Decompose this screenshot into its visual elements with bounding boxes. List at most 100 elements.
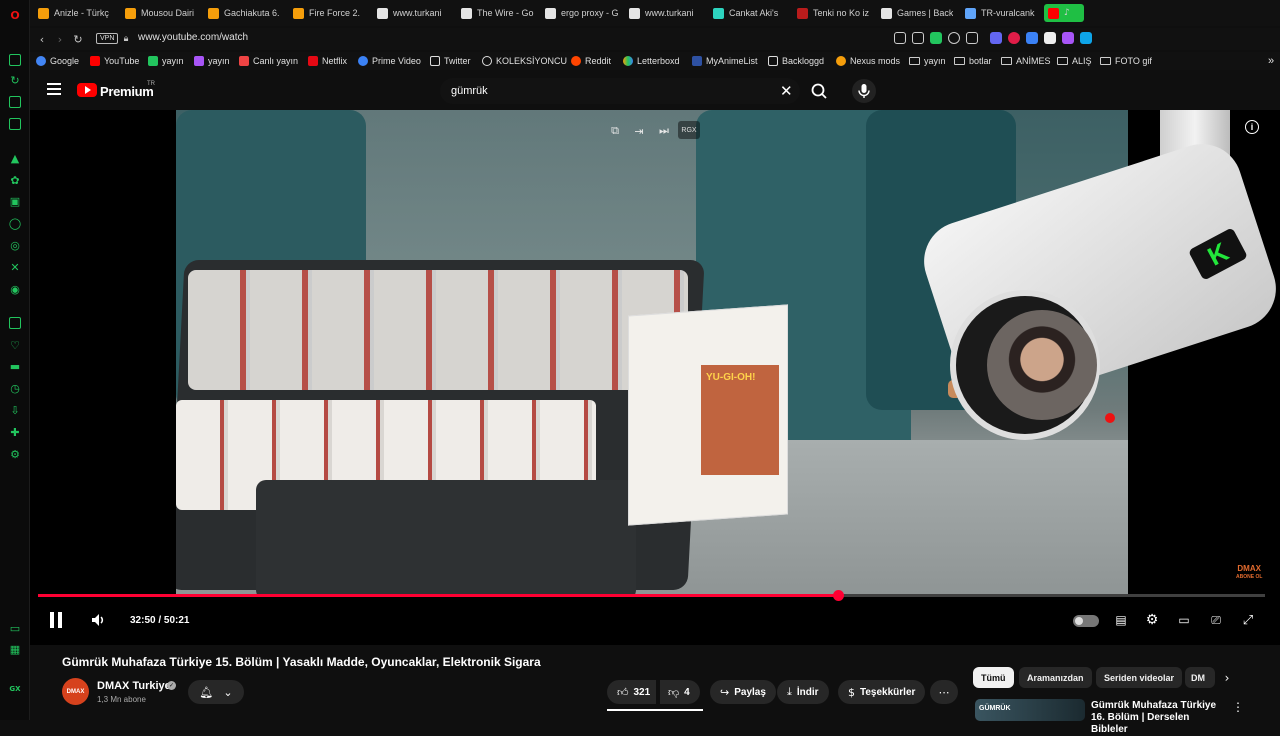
recommendation-thumbnail[interactable]: GÜMRÜK xyxy=(975,699,1085,721)
notification-bell-button[interactable]: 🔔︎ ⌄ xyxy=(188,680,244,704)
wallet-icon[interactable]: ▬ xyxy=(8,359,22,373)
forward-icon[interactable]: › xyxy=(52,31,68,47)
folder-botlar[interactable]: botlar xyxy=(954,54,992,68)
extensions-icon[interactable]: ✚ xyxy=(8,425,22,439)
bookmark-nexus-mods[interactable]: Nexus mods xyxy=(836,54,900,68)
tab[interactable]: www.turkani xyxy=(377,4,450,22)
like-button[interactable]: 👍︎ 321 xyxy=(607,680,657,704)
dislike-button[interactable]: 👎︎ 4 xyxy=(660,680,700,704)
easy-setup-icon[interactable] xyxy=(948,32,960,44)
refresh-circle-icon[interactable]: ↻ xyxy=(8,73,22,87)
active-tab[interactable]: ♪ xyxy=(1044,4,1084,22)
tab[interactable]: ergo proxy - G xyxy=(545,4,618,22)
tab[interactable]: www.turkani xyxy=(629,4,702,22)
extension-2-icon[interactable] xyxy=(1008,32,1020,44)
download-button[interactable]: ⤓ İndir xyxy=(777,680,829,704)
bookmark-yayin-twitch[interactable]: yayın xyxy=(194,54,230,68)
pin-icon[interactable] xyxy=(894,32,906,44)
channel-name[interactable]: DMAX Turkiye xyxy=(97,680,171,692)
instagram-icon[interactable]: ◎ xyxy=(8,238,22,252)
discord-icon[interactable]: ◉ xyxy=(8,282,22,296)
bookmark-prime-video[interactable]: Prime Video xyxy=(358,54,421,68)
snapshot-icon[interactable] xyxy=(912,32,924,44)
subtitles-icon[interactable]: ▤ xyxy=(1113,610,1129,630)
recommendation-menu-icon[interactable]: ⋮ xyxy=(1232,700,1244,714)
folder-animes[interactable]: ANİMES xyxy=(1001,54,1051,68)
tab[interactable]: Games | Back xyxy=(881,4,954,22)
reload-icon[interactable]: ↻ xyxy=(70,31,86,47)
more-bookmarks-icon[interactable]: » xyxy=(1268,54,1274,68)
chip-series[interactable]: Seriden videolar xyxy=(1096,667,1183,688)
speed-dial-icon[interactable] xyxy=(8,53,22,67)
twitch-icon[interactable]: ▣ xyxy=(8,194,22,208)
myflow-icon[interactable] xyxy=(8,117,22,131)
history-icon[interactable]: ◷ xyxy=(8,381,22,395)
bookmark-koleksiyoncu[interactable]: KOLEKSİYONCU xyxy=(482,54,567,68)
bookmark-youtube[interactable]: YouTube xyxy=(90,54,139,68)
logo-text[interactable]: Premium xyxy=(100,84,154,99)
fullscreen-icon[interactable]: ⤢ xyxy=(1240,610,1256,630)
gx-icon[interactable]: GX xyxy=(8,682,22,696)
heart-icon[interactable] xyxy=(966,32,978,44)
cast-icon[interactable]: ⎚ xyxy=(1208,610,1224,630)
scrubber-handle[interactable] xyxy=(833,590,844,601)
bookmark-netflix[interactable]: Netflix xyxy=(308,54,347,68)
extension-1-icon[interactable] xyxy=(990,32,1002,44)
thanks-button[interactable]: $ Teşekkürler xyxy=(838,680,926,704)
volume-icon[interactable] xyxy=(90,610,106,630)
more-actions-button[interactable]: ⋯ xyxy=(930,680,958,704)
menu-icon[interactable] xyxy=(47,83,61,95)
bookmark-reddit[interactable]: Reddit xyxy=(571,54,611,68)
tab[interactable]: Mousou Dairi xyxy=(125,4,195,22)
url-field[interactable]: www.youtube.com/watch xyxy=(138,32,248,43)
bookmark-yayin-kick[interactable]: yayın xyxy=(148,54,184,68)
theater-mode-icon[interactable]: ▭ xyxy=(1176,610,1192,630)
bookmark-myanimelist[interactable]: MyAnimeList xyxy=(692,54,758,68)
bookmark-google[interactable]: Google xyxy=(36,54,79,68)
bookmark-letterboxd[interactable]: Letterboxd xyxy=(623,54,680,68)
search-box[interactable]: gümrük ✕ xyxy=(440,78,800,104)
progress-bar[interactable] xyxy=(38,590,1265,601)
chatgpt-icon[interactable]: ✿ xyxy=(8,173,22,187)
tab[interactable]: Anizle - Türkç xyxy=(38,4,112,22)
whatsapp-icon[interactable]: ◯ xyxy=(8,216,22,230)
video-player[interactable]: YU-GI-OH! ⧉ ⇥ ⏭︎ RGX i DMAX ABONE OL K 32… xyxy=(30,110,1280,645)
opera-logo-icon[interactable]: O xyxy=(8,8,22,22)
aria-icon[interactable]: ▲ xyxy=(8,151,22,165)
tab[interactable]: Fire Force 2. xyxy=(293,4,366,22)
chevron-right-icon[interactable]: › xyxy=(1219,667,1235,688)
extension-6-icon[interactable] xyxy=(1080,32,1092,44)
x-icon[interactable]: ✕ xyxy=(8,260,22,274)
workspaces-icon[interactable] xyxy=(8,316,22,330)
picture-in-picture-icon[interactable]: ⧉ xyxy=(604,122,626,140)
tab[interactable]: Gachiakuta 6. xyxy=(208,4,281,22)
microphone-icon[interactable] xyxy=(852,79,876,103)
lock-icon[interactable]: 🔒︎ xyxy=(118,31,134,47)
downloads-icon[interactable]: ⇩ xyxy=(8,403,22,417)
bookmark-backloggd[interactable]: Backloggd xyxy=(768,54,824,68)
channel-avatar[interactable]: DMAX xyxy=(62,678,89,705)
tab[interactable]: The Wire - Go xyxy=(461,4,534,22)
share-button[interactable]: ↪ Paylaş xyxy=(710,680,776,704)
folder-yayin[interactable]: yayın xyxy=(909,54,946,68)
settings-gear-icon[interactable]: ⚙ xyxy=(1144,610,1160,630)
pause-button[interactable] xyxy=(48,610,64,630)
enter-icon[interactable]: ⇥ xyxy=(628,122,650,140)
channel-watermark[interactable]: DMAX ABONE OL xyxy=(1236,565,1262,581)
chip-from-search[interactable]: Aramanızdan xyxy=(1019,667,1092,688)
adblock-icon[interactable] xyxy=(930,32,942,44)
settings-icon[interactable]: ⚙ xyxy=(8,447,22,461)
tab[interactable]: TR-vuralcank xyxy=(965,4,1038,22)
extension-4-icon[interactable] xyxy=(1044,32,1056,44)
extension-5-icon[interactable] xyxy=(1062,32,1074,44)
back-icon[interactable]: ‹ xyxy=(34,31,50,47)
folder-foto-gif[interactable]: FOTO gif xyxy=(1100,54,1152,68)
search-input[interactable]: gümrük xyxy=(451,85,488,97)
folder-alis[interactable]: ALIŞ xyxy=(1057,54,1092,68)
tab[interactable]: Tenki no Ko iz xyxy=(797,4,870,22)
bookmark-twitter[interactable]: Twitter xyxy=(430,54,471,68)
clear-search-icon[interactable]: ✕ xyxy=(780,82,793,100)
news-icon[interactable] xyxy=(8,95,22,109)
bookmarks-heart-icon[interactable]: ♡ xyxy=(8,338,22,352)
autoplay-toggle[interactable] xyxy=(1073,615,1099,627)
